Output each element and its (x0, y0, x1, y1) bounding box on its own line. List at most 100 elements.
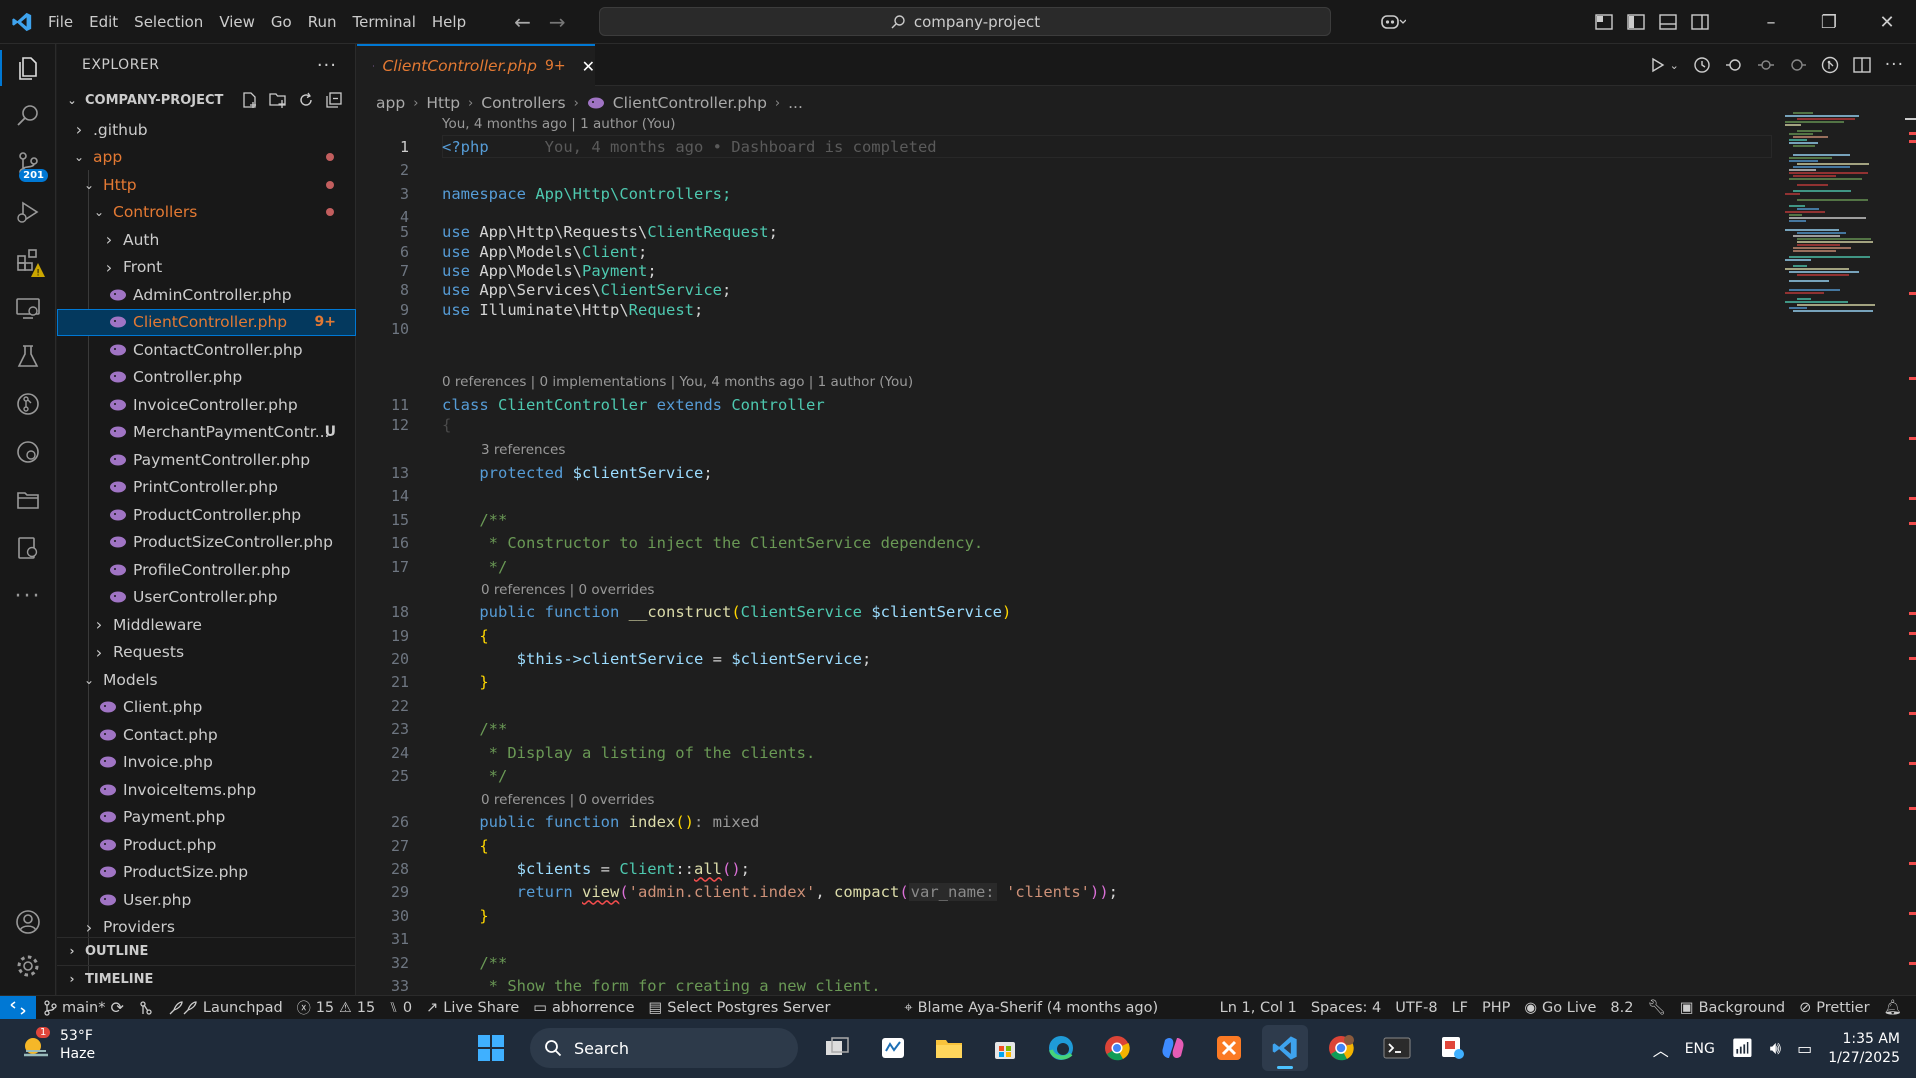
menu-selection[interactable]: Selection (126, 0, 211, 44)
history-icon[interactable] (1693, 56, 1711, 74)
breadcrumb-symbol[interactable]: ... (788, 94, 803, 112)
blame-status[interactable]: ⌖ Blame Aya-Sherif (4 months ago) (897, 1000, 1165, 1016)
file-item[interactable]: Invoice.php (57, 749, 356, 777)
theme-status[interactable]: ▭ abhorrence (526, 1000, 641, 1016)
live-share-status[interactable]: ↗ Live Share (419, 1000, 526, 1016)
folder-item[interactable]: › Requests (57, 639, 356, 667)
close-window-icon[interactable]: ✕ (1858, 0, 1916, 44)
editor-more-icon[interactable]: ··· (1885, 55, 1904, 75)
explorer-activity[interactable] (0, 44, 56, 92)
file-item[interactable]: Payment.php (57, 804, 356, 832)
menu-help[interactable]: Help (424, 0, 474, 44)
folder-item[interactable]: › .github (57, 116, 356, 144)
menu-file[interactable]: File (40, 0, 81, 44)
file-blame-lens[interactable]: You, 4 months ago | 1 author (You) (442, 116, 676, 136)
file-item[interactable]: UserController.php (57, 584, 356, 612)
folder-item[interactable]: › Front (57, 254, 356, 282)
run-dropdown-icon[interactable]: ⌄ (1670, 59, 1679, 72)
run-file-icon[interactable] (1650, 57, 1666, 73)
forward-arrow-icon[interactable]: → (549, 10, 566, 34)
file-item[interactable]: User.php (57, 886, 356, 914)
gitlens-blame-icon[interactable] (1821, 56, 1839, 74)
command-center-search[interactable]: company-project (599, 7, 1331, 36)
open-changes-icon[interactable] (1725, 56, 1743, 74)
outline-section-header[interactable]: › OUTLINE (57, 937, 356, 964)
clock[interactable]: 1:35 AM 1/27/2025 (1828, 1030, 1900, 1068)
language-mode[interactable]: PHP (1475, 1000, 1517, 1016)
more-activity[interactable]: ··· (0, 572, 56, 620)
toggle-panel-icon[interactable] (1652, 0, 1684, 44)
code-editor[interactable]: You, 4 months ago | 1 author (You) 1 <?p… (357, 112, 1777, 995)
bell-icon[interactable]: 🔔︎ (1877, 999, 1916, 1016)
manage-activity[interactable] (0, 942, 56, 990)
remote-indicator-icon[interactable] (0, 995, 36, 1020)
gitlens-activity[interactable] (0, 380, 56, 428)
snipping-tool-button[interactable] (1430, 1025, 1476, 1071)
menu-edit[interactable]: Edit (81, 0, 126, 44)
chrome-profile-button[interactable] (1318, 1025, 1364, 1071)
folder-item[interactable]: › Middleware (57, 611, 356, 639)
branch-status[interactable]: main* ⟳ (36, 998, 131, 1017)
vscode-taskbar-button[interactable] (1262, 1025, 1308, 1071)
timeline-section-header[interactable]: › TIMELINE (57, 965, 356, 992)
menu-run[interactable]: Run (300, 0, 345, 44)
class-code-lens[interactable]: 0 references | 0 implementations | You, … (442, 374, 913, 394)
menu-go[interactable]: Go (263, 0, 300, 44)
problems-status[interactable]: ⓧ 15 ⚠ 15 (290, 998, 382, 1018)
end-of-line[interactable]: LF (1445, 1000, 1475, 1016)
edge-button[interactable] (1038, 1025, 1084, 1071)
close-tab-icon[interactable]: ✕ (582, 57, 595, 76)
terminal-button[interactable] (1374, 1025, 1420, 1071)
back-arrow-icon[interactable]: ← (514, 10, 531, 34)
file-item[interactable]: Client.php (57, 694, 356, 722)
menu-view[interactable]: View (211, 0, 263, 44)
store-button[interactable] (982, 1025, 1028, 1071)
folder-item[interactable]: › Auth (57, 226, 356, 254)
minimap[interactable] (1785, 112, 1903, 322)
input-language[interactable]: ENG (1685, 1041, 1715, 1057)
folder-item[interactable]: ⌄ Http (57, 171, 356, 199)
cursor-position[interactable]: Ln 1, Col 1 (1213, 1000, 1304, 1016)
file-item[interactable]: ContactController.php (57, 336, 356, 364)
file-explorer-button[interactable] (926, 1025, 972, 1071)
database-activity[interactable] (0, 524, 56, 572)
next-revision-icon[interactable] (1789, 56, 1807, 74)
extensions-activity[interactable]: ! (0, 236, 56, 284)
git-graph-status[interactable] (131, 1000, 161, 1016)
file-item[interactable]: ClientController.php 9+ (57, 308, 356, 336)
breadcrumb-http[interactable]: Http (426, 94, 460, 112)
new-file-icon[interactable] (241, 91, 259, 109)
new-folder-icon[interactable] (269, 91, 287, 109)
taskbar-search[interactable]: Search (530, 1028, 798, 1068)
previous-revision-icon[interactable] (1757, 56, 1775, 74)
remote-explorer-activity[interactable] (0, 284, 56, 332)
source-control-activity[interactable]: 201 (0, 140, 56, 188)
weather-widget[interactable]: 1 53°F Haze (20, 1027, 95, 1063)
index-code-lens[interactable]: 0 references | 0 overrides (481, 792, 654, 812)
file-item[interactable]: AdminController.php (57, 281, 356, 309)
copilot-button[interactable] (1150, 1025, 1196, 1071)
widgets-button[interactable] (870, 1025, 916, 1071)
php-version[interactable]: 8.2 (1603, 1000, 1640, 1016)
file-item[interactable]: PrintController.php (57, 474, 356, 502)
file-item[interactable]: PaymentController.php (57, 446, 356, 474)
battery-icon[interactable]: ▭ (1797, 1039, 1812, 1058)
file-item[interactable]: Product.php (57, 831, 356, 859)
minimize-icon[interactable]: – (1742, 0, 1800, 44)
copilot-icon[interactable] (1368, 0, 1418, 44)
prettier-status[interactable]: ⊘ Prettier (1792, 1000, 1877, 1016)
accounts-activity[interactable] (0, 898, 56, 946)
construct-code-lens[interactable]: 0 references | 0 overrides (481, 582, 654, 602)
project-section-header[interactable]: ⌄ COMPANY-PROJECT (57, 86, 355, 114)
tab-client-controller[interactable]: ClientController.php 9+ ✕ (357, 44, 595, 86)
go-live-status[interactable]: ◉ Go Live (1517, 1000, 1603, 1016)
start-button[interactable] (468, 1025, 514, 1071)
search-activity[interactable] (0, 92, 56, 140)
file-item[interactable]: ProductSize.php (57, 859, 356, 887)
collapse-all-icon[interactable] (325, 91, 343, 109)
breadcrumb-app[interactable]: app (376, 94, 405, 112)
tray-overflow-icon[interactable]: ︿ (1653, 1037, 1669, 1061)
customize-layout-icon[interactable] (1588, 0, 1620, 44)
encoding[interactable]: UTF-8 (1388, 1000, 1444, 1016)
file-item[interactable]: InvoiceItems.php (57, 776, 356, 804)
